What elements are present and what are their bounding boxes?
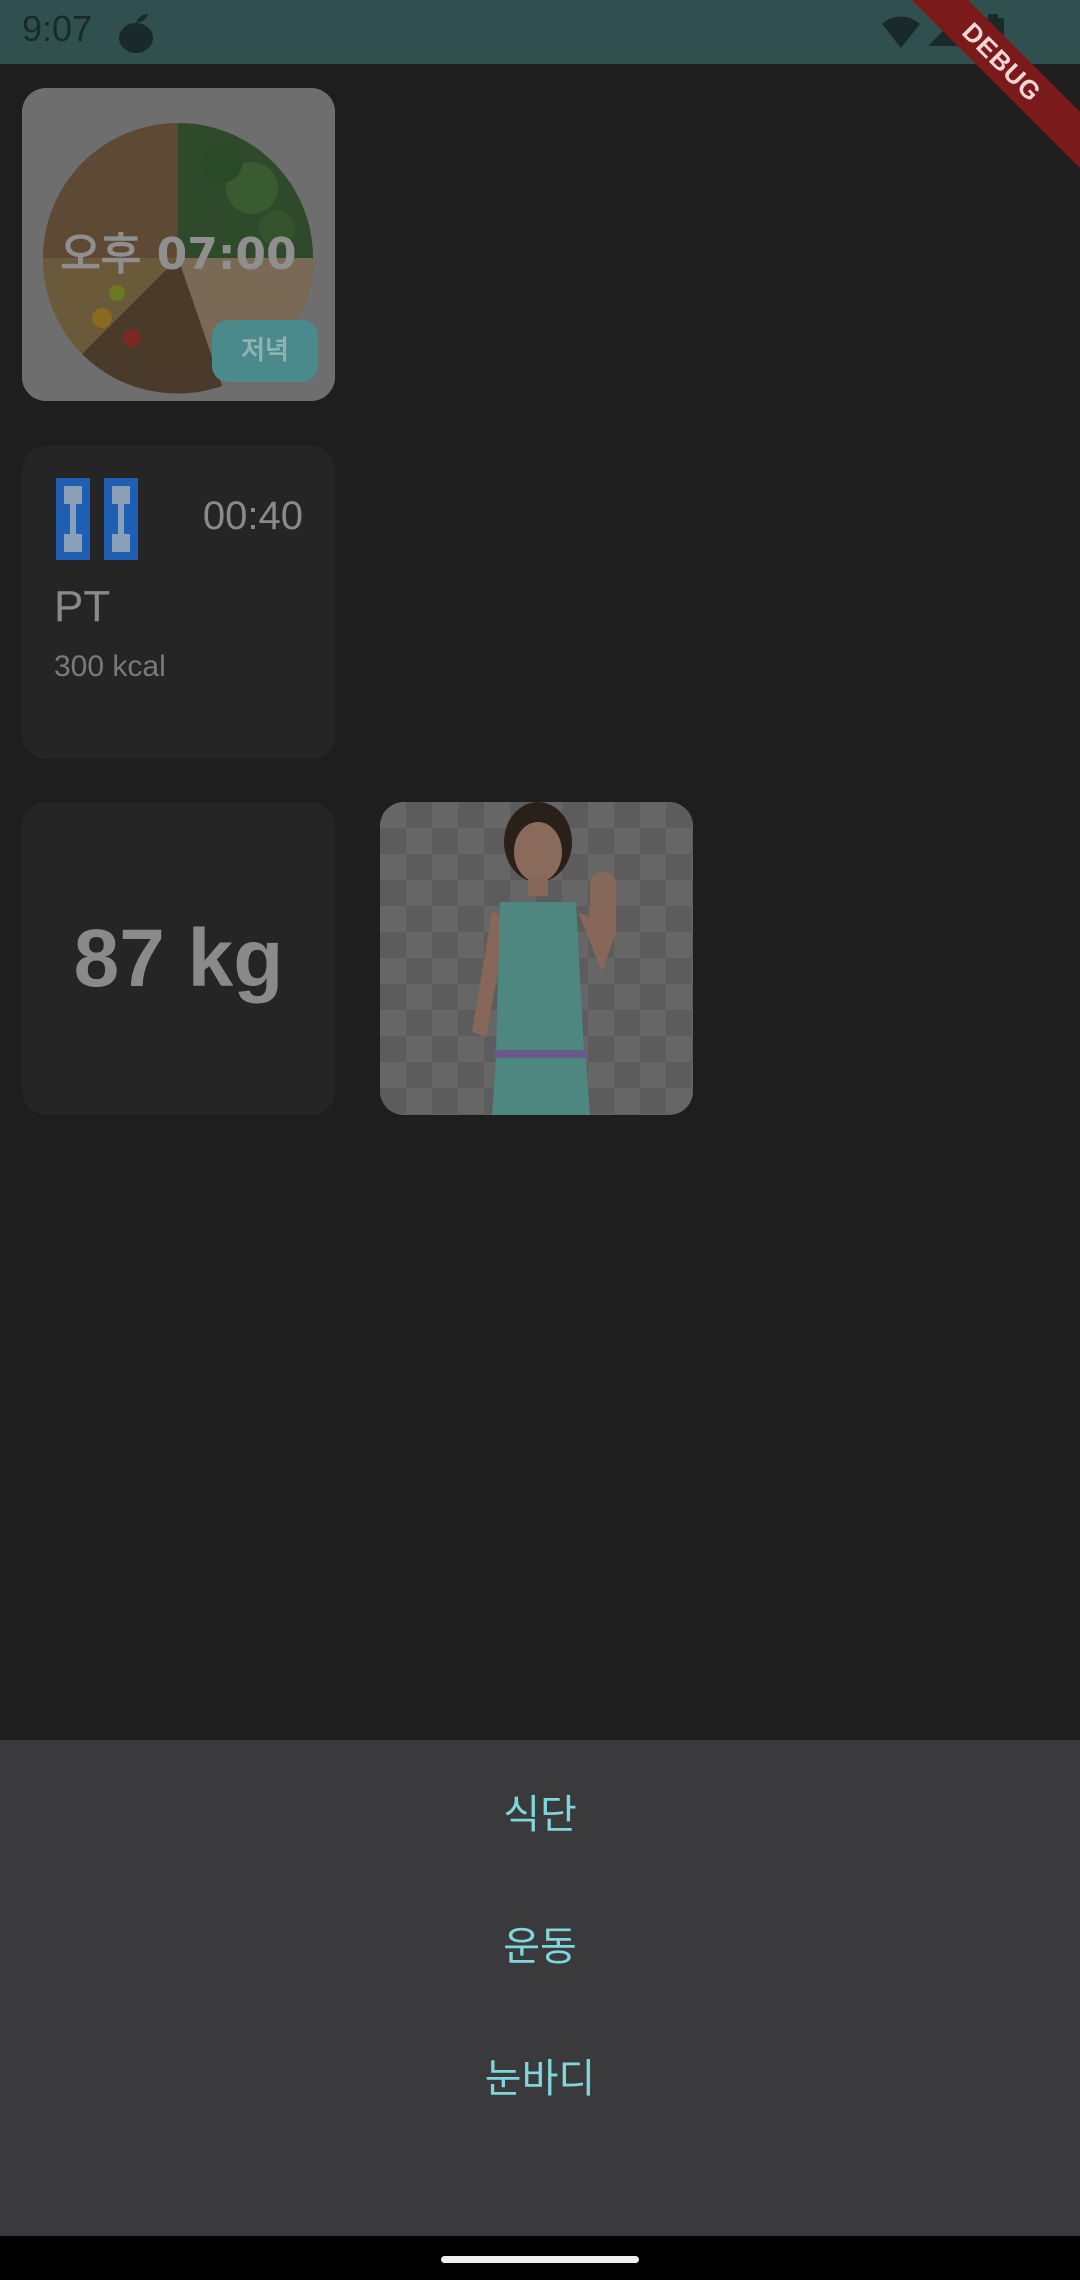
- bottom-sheet-menu: 식단 운동 눈바디: [0, 1740, 1080, 2236]
- exercise-card[interactable]: 00:40 PT 300 kcal: [22, 446, 335, 759]
- meal-card[interactable]: 오후 07:00 저녁: [22, 88, 335, 401]
- menu-item-body-photo[interactable]: 눈바디: [0, 2046, 1080, 2104]
- exercise-calories: 300 kcal: [54, 650, 166, 683]
- menu-item-exercise[interactable]: 운동: [0, 1914, 1080, 1972]
- app-notification-icon: [119, 14, 153, 53]
- dumbbell-icon: [56, 478, 138, 560]
- home-gesture-handle[interactable]: [441, 2256, 639, 2263]
- meal-type-badge: 저녁: [212, 320, 318, 382]
- menu-item-diet[interactable]: 식단: [0, 1782, 1080, 1840]
- meal-time: 오후 07:00: [60, 229, 297, 280]
- weight-card[interactable]: 87 kg: [22, 802, 335, 1115]
- woman-thumbs-up-photo: [380, 802, 693, 1115]
- navigation-bar: [0, 2236, 1080, 2280]
- status-time: 9:07: [22, 8, 93, 49]
- status-bar: 9:07: [0, 0, 1080, 64]
- wifi-icon: [882, 16, 920, 48]
- exercise-name: PT: [54, 582, 111, 631]
- body-photo-card[interactable]: [380, 802, 693, 1115]
- weight-value: 87 kg: [73, 913, 284, 1004]
- exercise-duration: 00:40: [202, 494, 303, 538]
